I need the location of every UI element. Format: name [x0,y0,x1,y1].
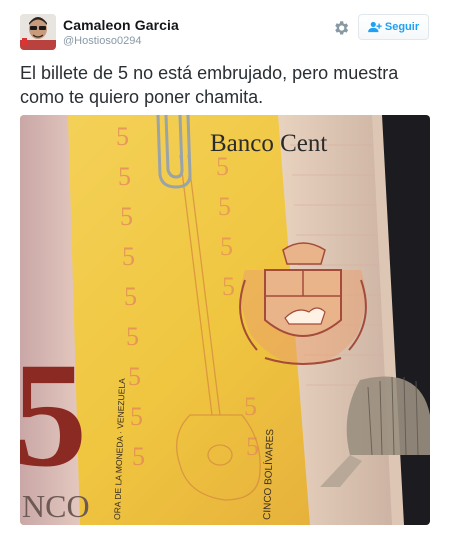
svg-text:5: 5 [116,122,129,151]
follow-button[interactable]: Seguir [358,14,429,40]
svg-text:5: 5 [126,322,139,351]
tweet-card: Camaleon Garcia @Hostioso0294 Seguir El … [0,0,450,533]
add-user-icon [368,21,382,33]
svg-text:5: 5 [218,192,231,221]
svg-text:5: 5 [246,432,259,461]
user-name[interactable]: Camaleon Garcia [63,17,179,33]
banknote-photo: 5 5 5 5 5 5 5 5 5 5 5 5 5 5 5 5 Banco Ce… [20,115,430,525]
denomination-numeral: 5 [20,332,87,498]
svg-text:5: 5 [130,402,143,431]
svg-text:5: 5 [244,392,257,421]
tweet-photo[interactable]: 5 5 5 5 5 5 5 5 5 5 5 5 5 5 5 5 Banco Ce… [20,115,430,525]
avatar[interactable] [20,14,56,50]
svg-text:5: 5 [120,202,133,231]
avatar-image [20,14,56,50]
svg-text:5: 5 [132,442,145,471]
gear-icon[interactable] [332,19,350,37]
user-handle[interactable]: @Hostioso0294 [63,35,141,47]
tweet-text: El billete de 5 no está embrujado, pero … [20,63,399,107]
svg-text:5: 5 [118,162,131,191]
banknote-corner-text: NCO [22,488,90,524]
svg-text:5: 5 [220,232,233,261]
svg-text:5: 5 [222,272,235,301]
banknote-text: Banco Cent [210,130,327,157]
svg-text:5: 5 [128,362,141,391]
follow-button-label: Seguir [384,21,420,33]
svg-text:5: 5 [124,282,137,311]
svg-text:5: 5 [122,242,135,271]
